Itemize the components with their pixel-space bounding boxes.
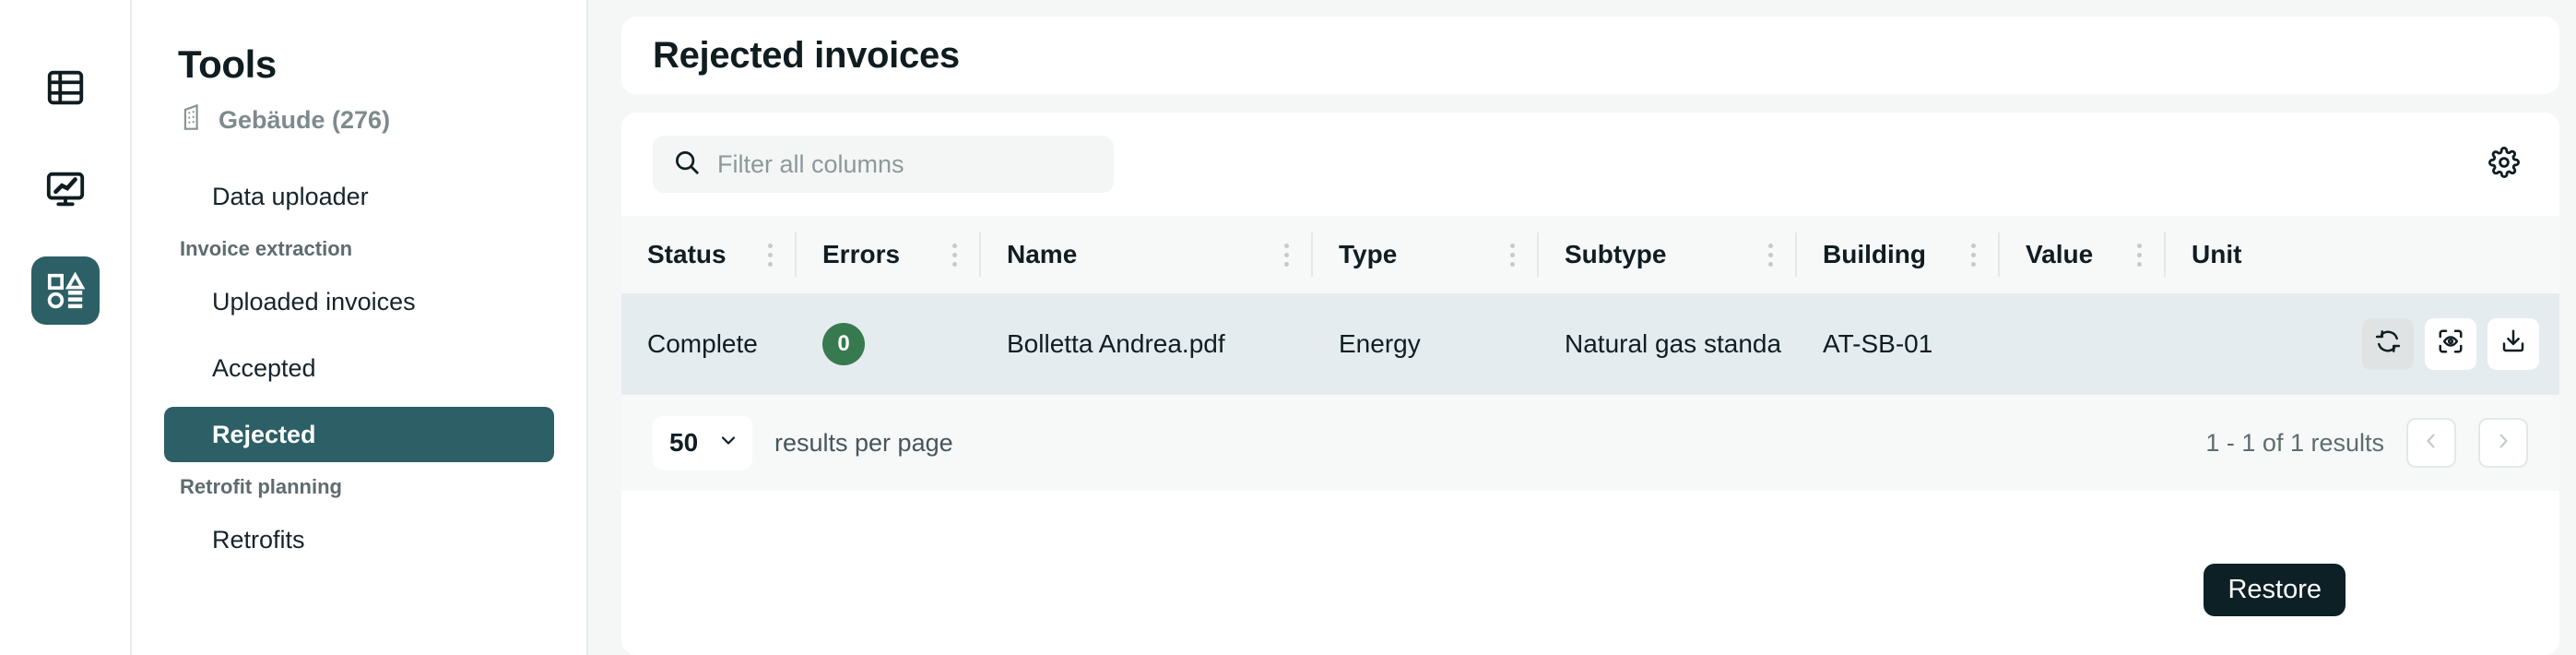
results-count: 1 - 1 of 1 results: [2205, 428, 2384, 457]
column-header-errors[interactable]: Errors: [797, 216, 981, 293]
sidebar-item-data-uploader[interactable]: Data uploader: [164, 169, 554, 224]
column-label: Value: [2026, 240, 2094, 268]
sidebar-item-label: Accepted: [212, 353, 316, 382]
column-menu-icon[interactable]: [1962, 243, 2000, 267]
column-header-value[interactable]: Value: [2000, 216, 2166, 293]
column-label: Subtype: [1565, 240, 1667, 268]
sidebar-item-label: Uploaded invoices: [212, 287, 416, 316]
table-toolbar: Filter all columns: [621, 113, 2559, 216]
column-menu-icon[interactable]: [1501, 243, 1539, 267]
column-menu-icon[interactable]: [943, 243, 981, 267]
search-placeholder: Filter all columns: [717, 149, 904, 178]
gear-icon: [2488, 146, 2520, 183]
sidebar-item-uploaded-invoices[interactable]: Uploaded invoices: [164, 274, 554, 329]
shapes-list-icon: [44, 269, 87, 312]
column-header-subtype[interactable]: Subtype: [1539, 216, 1797, 293]
status-badge: 0: [822, 323, 865, 365]
page-size-select[interactable]: 50: [653, 416, 752, 470]
sidebar-context: Gebäude (276): [180, 103, 559, 137]
restore-icon: [2374, 328, 2402, 362]
sidebar-context-label: Gebäude (276): [219, 106, 391, 134]
invoices-table: Status Errors Name Type Subtype Building…: [621, 216, 2559, 395]
building-icon: [180, 103, 206, 137]
row-actions: [2192, 318, 2559, 370]
download-icon: [2499, 328, 2527, 362]
column-menu-icon[interactable]: [759, 243, 797, 267]
chevron-right-icon: [2492, 430, 2514, 457]
table-body: Complete 0 Bolletta Andrea.pdf Energy Na…: [621, 293, 2559, 395]
search-input[interactable]: Filter all columns: [653, 136, 1114, 193]
chevron-left-icon: [2420, 430, 2442, 457]
table-settings-button[interactable]: [2480, 140, 2528, 188]
page-size-label: results per page: [774, 428, 953, 457]
table-footer: 50 results per page 1 - 1 of 1 results: [621, 395, 2559, 491]
column-label: Building: [1823, 240, 1926, 268]
main-content: Rejected invoices Filter all columns Sta…: [588, 0, 2576, 655]
column-label: Errors: [822, 240, 901, 268]
page-header: Rejected invoices: [621, 17, 2559, 94]
page-size-control: 50 results per page: [653, 416, 953, 470]
cell-errors: 0: [797, 293, 981, 395]
next-page-button[interactable]: [2478, 418, 2528, 468]
table-head: Status Errors Name Type Subtype Building…: [621, 216, 2559, 293]
sidebar-title: Tools: [178, 42, 277, 86]
column-label: Type: [1339, 240, 1398, 268]
column-menu-icon[interactable]: [2128, 243, 2166, 267]
sidebar-item-rejected[interactable]: Rejected: [164, 407, 554, 462]
page-title: Rejected invoices: [653, 34, 960, 76]
pagination: 1 - 1 of 1 results: [2205, 418, 2528, 468]
column-header-name[interactable]: Name: [981, 216, 1313, 293]
sidebar-item-label: Data uploader: [212, 182, 369, 210]
monitor-trend-icon: [44, 168, 87, 210]
sidebar: Tools Gebäude (276) Data uploader Invoic…: [132, 0, 588, 655]
column-header-type[interactable]: Type: [1313, 216, 1539, 293]
table-header-row: Status Errors Name Type Subtype Building…: [621, 216, 2559, 293]
cell-type: Energy: [1339, 329, 1421, 358]
sidebar-group-invoice-extraction: Invoice extraction: [180, 237, 353, 260]
table-grid-icon: [44, 66, 87, 109]
scan-eye-icon: [2437, 328, 2464, 362]
sidebar-item-retrofits[interactable]: Retrofits: [164, 512, 554, 567]
search-icon: [673, 149, 701, 181]
column-label: Status: [647, 240, 727, 268]
sidebar-nav-list: Data uploader Invoice extraction Uploade…: [160, 169, 559, 567]
rail-item-analytics[interactable]: [31, 155, 100, 223]
download-button[interactable]: [2487, 318, 2539, 370]
icon-rail: [0, 0, 132, 655]
cell-value: [2000, 293, 2166, 395]
preview-button[interactable]: [2425, 318, 2476, 370]
cell-unit-actions: [2166, 293, 2559, 395]
page-size-value: 50: [669, 428, 699, 457]
sidebar-item-accepted[interactable]: Accepted: [164, 340, 554, 396]
rail-item-data[interactable]: [31, 54, 100, 122]
column-label: Unit: [2192, 240, 2242, 268]
column-header-unit[interactable]: Unit: [2166, 216, 2559, 293]
cell-name: Bolletta Andrea.pdf: [1007, 329, 1225, 358]
column-menu-icon[interactable]: [1759, 243, 1797, 267]
chevron-down-icon: [717, 428, 739, 458]
app-root: Tools Gebäude (276) Data uploader Invoic…: [0, 0, 2576, 655]
sidebar-item-label: Rejected: [212, 420, 316, 448]
column-label: Name: [1007, 240, 1078, 268]
cell-building: AT-SB-01: [1823, 329, 1933, 358]
cell-subtype: Natural gas standa: [1565, 329, 1782, 358]
sidebar-group-retrofit-planning: Retrofit planning: [180, 475, 342, 498]
column-menu-icon[interactable]: [1275, 243, 1313, 267]
restore-button[interactable]: [2362, 318, 2414, 370]
column-header-status[interactable]: Status: [621, 216, 797, 293]
table-row[interactable]: Complete 0 Bolletta Andrea.pdf Energy Na…: [621, 293, 2559, 395]
tooltip-restore: Restore: [2204, 564, 2346, 616]
cell-status: Complete: [647, 329, 758, 358]
column-header-building[interactable]: Building: [1797, 216, 2000, 293]
rail-item-tools[interactable]: [30, 256, 100, 325]
sidebar-item-label: Retrofits: [212, 525, 305, 554]
prev-page-button[interactable]: [2406, 418, 2456, 468]
table-card: Filter all columns Status Errors Name Ty…: [621, 113, 2559, 655]
